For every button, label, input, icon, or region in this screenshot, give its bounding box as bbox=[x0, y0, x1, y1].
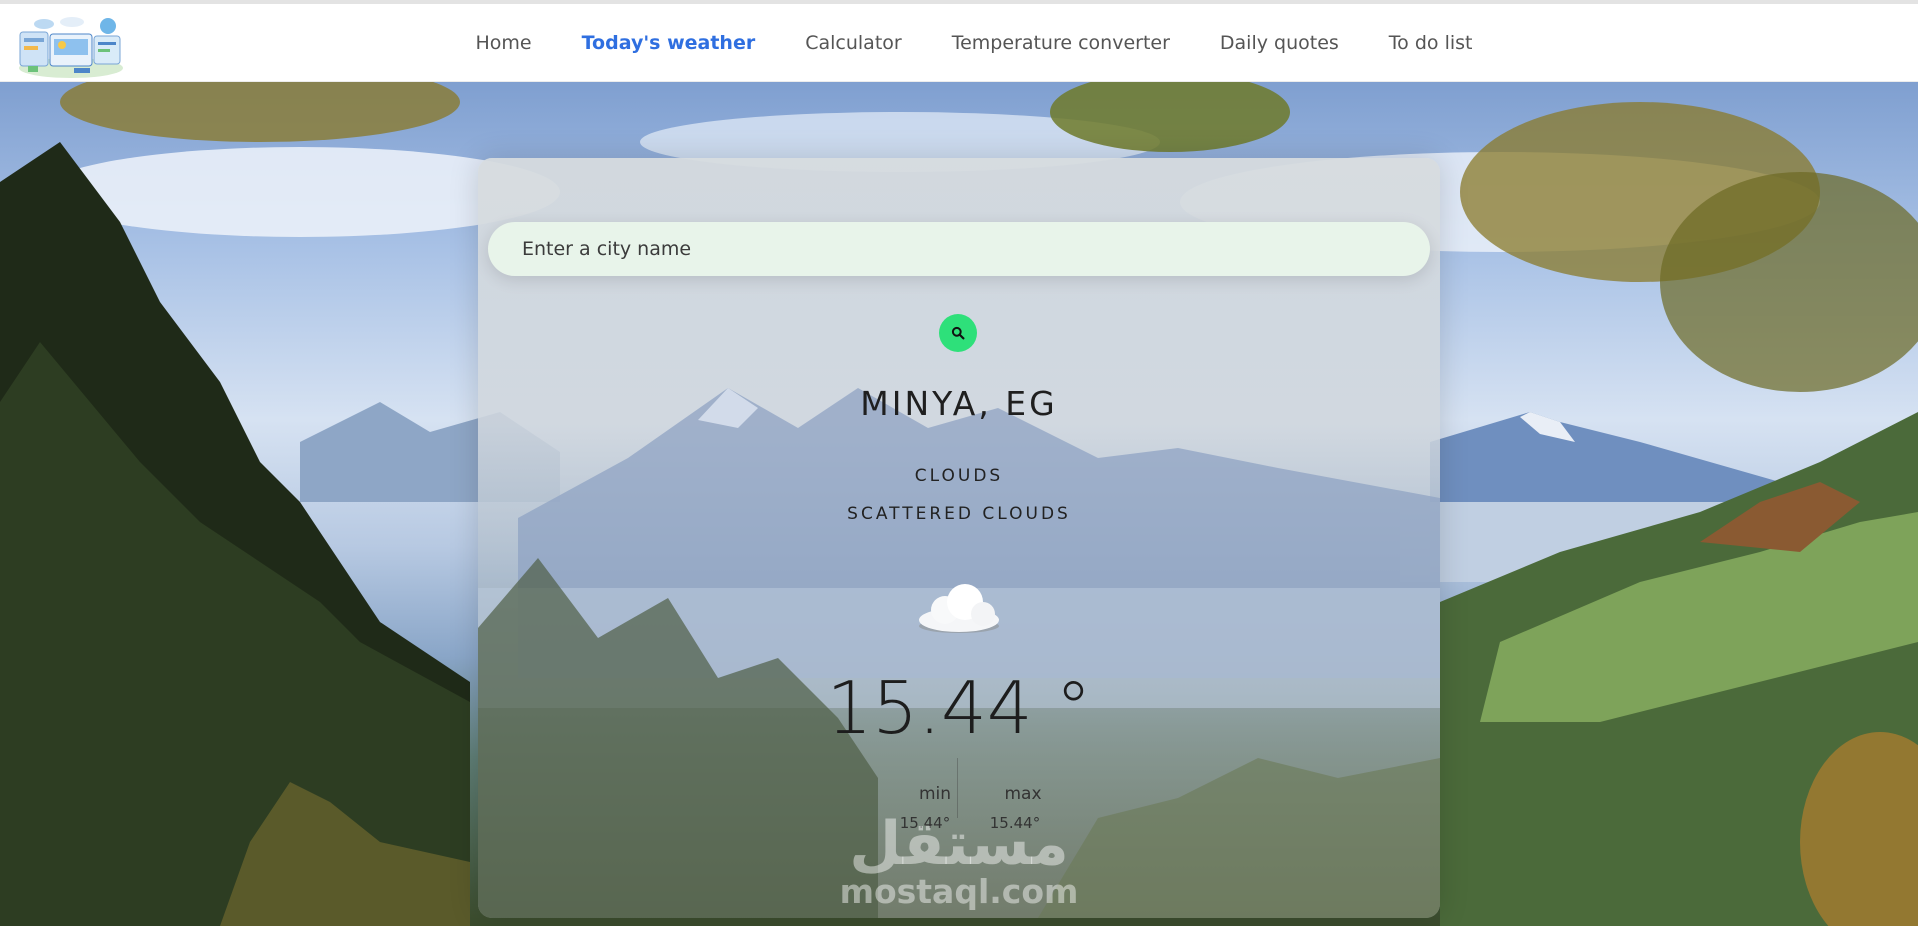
city-search-input[interactable] bbox=[488, 222, 1430, 276]
nav-calculator[interactable]: Calculator bbox=[805, 32, 901, 54]
search-button[interactable] bbox=[939, 314, 977, 352]
nav-links: Home Today's weather Calculator Temperat… bbox=[0, 4, 1918, 82]
nav-home[interactable]: Home bbox=[476, 32, 532, 54]
nav-todays-weather[interactable]: Today's weather bbox=[582, 32, 756, 54]
city-name: MINYA, EG bbox=[860, 384, 1058, 423]
min-label: min bbox=[918, 784, 952, 804]
temperature: 15.44 ° bbox=[826, 666, 1092, 750]
weather-description: SCATTERED CLOUDS bbox=[847, 504, 1071, 524]
nav-temperature-converter[interactable]: Temperature converter bbox=[952, 32, 1170, 54]
cloud-icon bbox=[919, 584, 999, 633]
nav-to-do-list[interactable]: To do list bbox=[1389, 32, 1473, 54]
watermark-latin: mostaql.com bbox=[839, 872, 1079, 911]
weather-card: MINYA, EG CLOUDS SCATTERED CLOUDS 15.44 … bbox=[478, 158, 1440, 918]
background-landscape: MINYA, EG CLOUDS SCATTERED CLOUDS 15.44 … bbox=[0, 82, 1918, 926]
weather-condition: CLOUDS bbox=[914, 466, 1004, 486]
nav-daily-quotes[interactable]: Daily quotes bbox=[1220, 32, 1339, 54]
watermark-arabic: مستقل bbox=[849, 809, 1069, 879]
search-icon bbox=[951, 326, 965, 340]
navbar: Home Today's weather Calculator Temperat… bbox=[0, 4, 1918, 82]
watermark: مستقل mostaql.com bbox=[478, 813, 1440, 909]
max-label: max bbox=[1004, 784, 1042, 804]
